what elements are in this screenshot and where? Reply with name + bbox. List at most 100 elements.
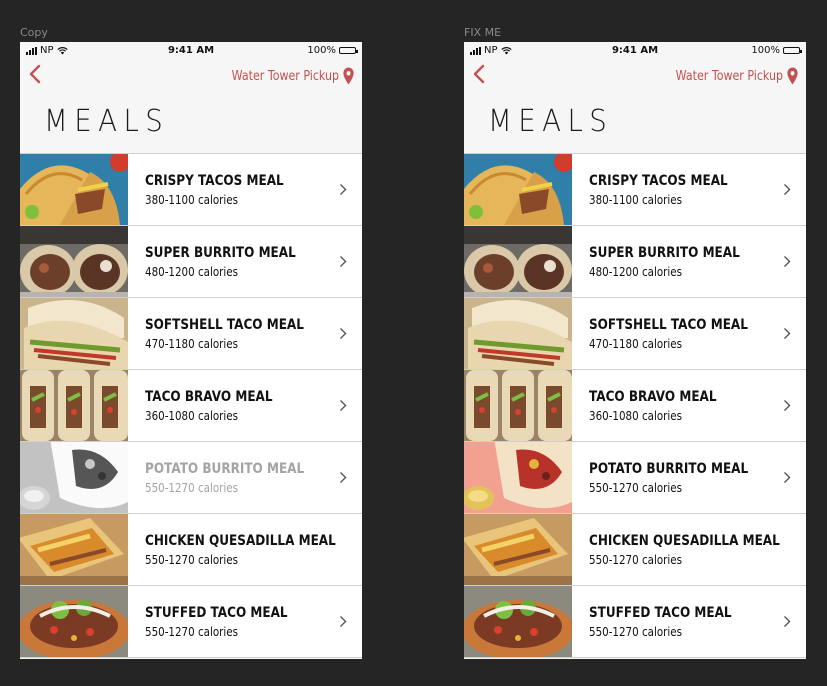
meal-info: SUPER BURRITO MEAL 480-1200 calories — [128, 245, 332, 279]
meal-name: SUPER BURRITO MEAL — [145, 244, 296, 261]
meal-photo — [464, 154, 572, 225]
battery: 100% — [751, 45, 802, 56]
meal-list-item[interactable]: STUFFED TACO MEAL 550-1270 calories — [464, 586, 806, 658]
meal-info: POTATO BURRITO MEAL 550-1270 calories — [572, 461, 776, 495]
meal-list-item[interactable]: STUFFED TACO MEAL 550-1270 calories — [20, 586, 362, 658]
phone-screen-fix-me: NP 9:41 AM 100% Water Tower Pickup MEALS… — [464, 42, 806, 659]
meal-name: CHICKEN QUESADILLA MEAL — [145, 532, 336, 549]
meal-list-item[interactable]: CHICKEN QUESADILLA MEAL 550-1270 calories — [20, 514, 362, 586]
nav-bar: Water Tower Pickup — [20, 60, 362, 90]
meal-calories: 550-1270 calories — [589, 480, 682, 495]
battery-percent: 100% — [307, 45, 336, 56]
meal-list-item[interactable]: TACO BRAVO MEAL 360-1080 calories — [20, 370, 362, 442]
meal-calories: 380-1100 calories — [145, 192, 238, 207]
meal-list: CRISPY TACOS MEAL 380-1100 calories SUPER … — [464, 153, 806, 658]
meal-calories: 550-1270 calories — [145, 552, 238, 567]
chevron-right-icon — [332, 327, 354, 340]
chevron-right-icon — [776, 327, 798, 340]
map-pin-icon — [787, 67, 798, 85]
meal-calories: 470-1180 calories — [145, 336, 238, 351]
meal-name: CRISPY TACOS MEAL — [145, 172, 284, 189]
chevron-right-icon — [332, 183, 354, 196]
meal-list-item[interactable]: SUPER BURRITO MEAL 480-1200 calories — [464, 226, 806, 298]
meal-list-item[interactable]: TACO BRAVO MEAL 360-1080 calories — [464, 370, 806, 442]
pickup-location-button[interactable]: Water Tower Pickup — [675, 67, 798, 85]
meal-list-item[interactable]: CRISPY TACOS MEAL 380-1100 calories — [464, 154, 806, 226]
pickup-location-button[interactable]: Water Tower Pickup — [231, 67, 354, 85]
meal-list-item[interactable]: SOFTSHELL TACO MEAL 470-1180 calories — [464, 298, 806, 370]
pickup-location-label: Water Tower Pickup — [675, 68, 783, 84]
nav-bar: Water Tower Pickup — [464, 60, 806, 90]
status-bar: NP 9:41 AM 100% — [464, 42, 806, 60]
meal-calories: 470-1180 calories — [589, 336, 682, 351]
battery-icon — [339, 47, 358, 54]
meal-list-item[interactable]: SOFTSHELL TACO MEAL 470-1180 calories — [20, 298, 362, 370]
meal-photo — [20, 514, 128, 585]
meal-list: CRISPY TACOS MEAL 380-1100 calories SUPER … — [20, 153, 362, 658]
meal-calories: 550-1270 calories — [145, 480, 238, 495]
meal-calories: 550-1270 calories — [145, 624, 238, 639]
meal-info: STUFFED TACO MEAL 550-1270 calories — [128, 605, 332, 639]
battery: 100% — [307, 45, 358, 56]
chevron-left-icon[interactable] — [28, 64, 42, 84]
meal-name: CRISPY TACOS MEAL — [589, 172, 728, 189]
meal-calories: 480-1200 calories — [145, 264, 238, 279]
chevron-right-icon — [776, 615, 798, 628]
meal-photo — [464, 226, 572, 297]
meal-photo — [20, 586, 128, 657]
chevron-right-icon — [776, 471, 798, 484]
pickup-location-label: Water Tower Pickup — [231, 68, 339, 84]
meal-name: TACO BRAVO MEAL — [589, 388, 717, 405]
artboard-label: FIX ME — [464, 26, 502, 39]
meal-info: POTATO BURRITO MEAL 550-1270 calories — [128, 461, 332, 495]
chevron-right-icon — [332, 255, 354, 268]
map-pin-icon — [343, 67, 354, 85]
chevron-right-icon — [332, 399, 354, 412]
meal-photo — [20, 370, 128, 441]
phone-screen-copy: NP 9:41 AM 100% Water Tower Pickup MEALS… — [20, 42, 362, 659]
meal-name: SUPER BURRITO MEAL — [589, 244, 740, 261]
meal-calories: 480-1200 calories — [589, 264, 682, 279]
meal-info: CHICKEN QUESADILLA MEAL 550-1270 calories — [572, 533, 806, 567]
meal-info: SOFTSHELL TACO MEAL 470-1180 calories — [128, 317, 332, 351]
status-bar: NP 9:41 AM 100% — [20, 42, 362, 60]
meal-photo — [464, 514, 572, 585]
meal-list-item[interactable]: POTATO BURRITO MEAL 550-1270 calories — [464, 442, 806, 514]
meal-photo — [20, 298, 128, 369]
meal-calories: 360-1080 calories — [145, 408, 238, 423]
meal-info: SOFTSHELL TACO MEAL 470-1180 calories — [572, 317, 776, 351]
battery-percent: 100% — [751, 45, 780, 56]
meal-photo — [20, 226, 128, 297]
meal-calories: 550-1270 calories — [589, 624, 682, 639]
meal-name: SOFTSHELL TACO MEAL — [589, 316, 748, 333]
meal-photo — [20, 154, 128, 225]
meal-calories: 380-1100 calories — [589, 192, 682, 207]
chevron-right-icon — [776, 399, 798, 412]
meal-info: TACO BRAVO MEAL 360-1080 calories — [128, 389, 332, 423]
meal-name: CHICKEN QUESADILLA MEAL — [589, 532, 780, 549]
meal-list-item[interactable]: CHICKEN QUESADILLA MEAL 550-1270 calories — [464, 514, 806, 586]
page-title: MEALS — [44, 104, 170, 139]
meal-info: TACO BRAVO MEAL 360-1080 calories — [572, 389, 776, 423]
meal-photo — [20, 442, 128, 513]
meal-info: SUPER BURRITO MEAL 480-1200 calories — [572, 245, 776, 279]
meal-calories: 550-1270 calories — [589, 552, 682, 567]
artboard-label: Copy — [20, 26, 48, 39]
meal-name: POTATO BURRITO MEAL — [589, 460, 749, 477]
chevron-right-icon — [332, 615, 354, 628]
meal-photo — [464, 370, 572, 441]
meal-name: STUFFED TACO MEAL — [145, 604, 288, 621]
meal-list-item[interactable]: SUPER BURRITO MEAL 480-1200 calories — [20, 226, 362, 298]
meal-photo — [464, 442, 572, 513]
chevron-left-icon[interactable] — [472, 64, 486, 84]
page-title: MEALS — [488, 104, 614, 139]
meal-name: STUFFED TACO MEAL — [589, 604, 732, 621]
meal-photo — [464, 298, 572, 369]
chevron-right-icon — [776, 183, 798, 196]
meal-list-item: POTATO BURRITO MEAL 550-1270 calories — [20, 442, 362, 514]
meal-info: CRISPY TACOS MEAL 380-1100 calories — [128, 173, 332, 207]
chevron-right-icon — [332, 471, 354, 484]
meal-list-item[interactable]: CRISPY TACOS MEAL 380-1100 calories — [20, 154, 362, 226]
meal-calories: 360-1080 calories — [589, 408, 682, 423]
meal-name: POTATO BURRITO MEAL — [145, 460, 305, 477]
